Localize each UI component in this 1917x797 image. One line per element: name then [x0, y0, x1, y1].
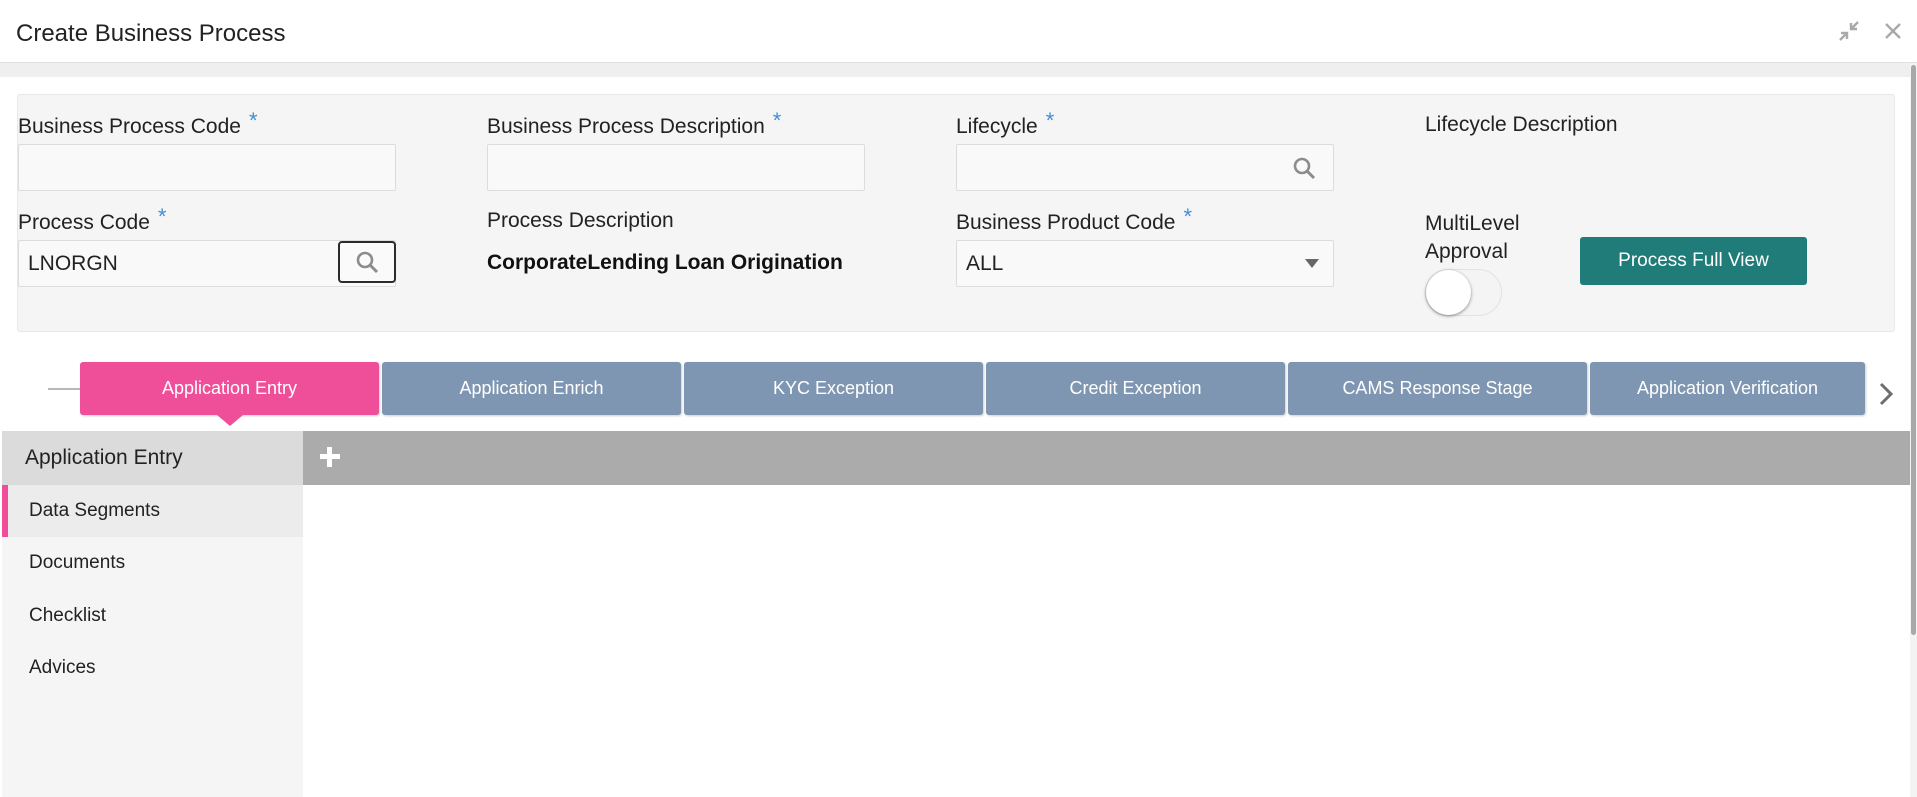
chevron-right-icon[interactable]: [1874, 380, 1898, 408]
process-description-label: Process Description: [487, 209, 674, 232]
dialog-title: Create Business Process: [16, 20, 286, 47]
minimize-icon[interactable]: [1836, 18, 1862, 44]
process-code-search-button[interactable]: [338, 241, 396, 283]
stage-tab-application-enrich[interactable]: Application Enrich: [382, 362, 681, 415]
stage-connector-line: [48, 388, 80, 390]
lifecycle-description-label: Lifecycle Description: [1425, 113, 1618, 136]
stage-tab-application-entry[interactable]: Application Entry: [80, 362, 379, 426]
side-item-advices[interactable]: Advices: [2, 642, 303, 694]
header-divider-strip: [0, 63, 1910, 77]
required-marker: *: [157, 204, 167, 229]
required-marker: *: [1045, 108, 1055, 133]
stage-tab-cams-response-stage[interactable]: CAMS Response Stage: [1288, 362, 1587, 415]
bp-description-label: Business Process Description *: [487, 108, 782, 138]
process-code-value: LNORGN: [28, 252, 118, 275]
toggle-knob: [1426, 270, 1471, 315]
scrollbar-thumb[interactable]: [1911, 65, 1916, 635]
stage-tab-credit-exception[interactable]: Credit Exception: [986, 362, 1285, 415]
bp-code-label: Business Process Code *: [18, 108, 258, 138]
dialog-header: Create Business Process: [0, 0, 1917, 63]
search-icon: [1293, 157, 1316, 179]
business-product-code-label: Business Product Code *: [956, 204, 1193, 234]
side-item-checklist[interactable]: Checklist: [2, 590, 303, 642]
business-product-code-select[interactable]: ALL: [956, 240, 1334, 287]
bp-description-input[interactable]: [487, 144, 865, 191]
search-icon: [356, 251, 379, 274]
stage-side-panel: Application Entry Data Segments Document…: [2, 431, 303, 797]
required-marker: *: [248, 108, 258, 133]
business-product-code-value: ALL: [966, 252, 1004, 275]
stage-tab-application-verification[interactable]: Application Verification: [1590, 362, 1865, 415]
process-code-label: Process Code *: [18, 204, 167, 234]
stage-tab-kyc-exception[interactable]: KYC Exception: [684, 362, 983, 415]
side-item-documents[interactable]: Documents: [2, 537, 303, 589]
data-segments-content: [303, 485, 1910, 797]
lifecycle-label: Lifecycle *: [956, 108, 1055, 138]
lifecycle-search-button[interactable]: [1275, 145, 1333, 190]
required-marker: *: [772, 108, 782, 133]
plus-icon[interactable]: [317, 444, 343, 470]
process-full-view-button[interactable]: Process Full View: [1580, 237, 1807, 285]
caret-down-icon: [1305, 259, 1319, 268]
data-segments-toolbar: [303, 431, 1910, 485]
close-icon[interactable]: [1880, 18, 1906, 44]
bp-code-input[interactable]: [18, 144, 396, 191]
stage-panel-title: Application Entry: [2, 431, 303, 485]
vertical-scrollbar[interactable]: [1910, 63, 1917, 797]
side-item-data-segments[interactable]: Data Segments: [2, 485, 303, 537]
multilevel-approval-toggle[interactable]: [1425, 269, 1502, 316]
required-marker: *: [1183, 204, 1193, 229]
process-description-value: CorporateLending Loan Origination: [487, 251, 843, 274]
multilevel-approval-label: MultiLevel Approval: [1425, 212, 1520, 263]
